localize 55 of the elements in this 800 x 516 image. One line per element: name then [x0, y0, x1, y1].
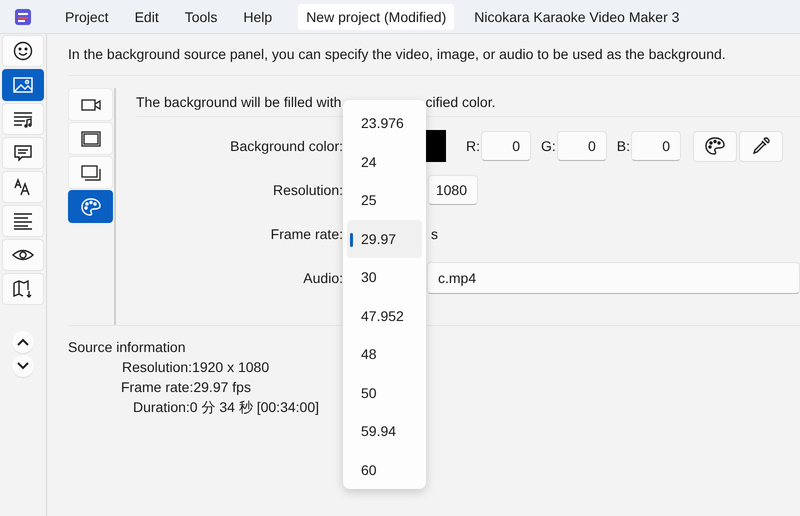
input-field[interactable]: 0 [556, 131, 607, 161]
dropdown-option[interactable]: 59.94 [347, 412, 422, 450]
dropdown-option[interactable]: 47.952 [347, 296, 422, 335]
dropdown-option[interactable]: 25 [347, 181, 422, 220]
dropdown-option[interactable]: 48 [347, 335, 422, 374]
field-label: Audio: [302, 270, 343, 286]
dropdown-option[interactable]: 30 [347, 258, 422, 296]
frame-icon [80, 130, 102, 148]
dropdown-option[interactable]: 50 [347, 374, 422, 412]
source-description: cified color. [425, 94, 496, 110]
section-title: Source information [68, 339, 186, 355]
input-field[interactable]: 0 [481, 131, 531, 161]
audio-file-field[interactable]: c.mp4 [427, 262, 800, 294]
unit-label: s [431, 226, 438, 242]
speech-bubble-icon [12, 143, 34, 163]
source-description: The background will be filled with [136, 94, 342, 110]
info-line: Duration:0 分 34 秒 [00:34:00] [133, 399, 319, 415]
dropdown-option[interactable]: 23.976 [347, 104, 422, 142]
chevron-up-icon [17, 338, 29, 346]
menu-item[interactable]: Help [230, 4, 286, 28]
smiley-icon [12, 41, 34, 61]
field-label: R: [466, 138, 480, 154]
input-field[interactable]: 0 [631, 131, 682, 161]
field-label: B: [616, 138, 630, 154]
app-title: Nicokara Karaoke Video Maker 3 [474, 8, 680, 24]
dropdown-option[interactable]: 24 [347, 142, 422, 181]
image-icon [12, 75, 34, 95]
menu-item[interactable]: Project [52, 4, 122, 28]
info-line: Resolution:1920 x 1080 [122, 359, 270, 375]
scroll-up-button[interactable] [12, 331, 34, 353]
menu-item[interactable]: Edit [122, 4, 172, 28]
eyedropper-icon [751, 136, 772, 156]
chevron-down-icon [17, 362, 29, 370]
palette-button[interactable] [693, 130, 738, 162]
menu-item[interactable]: Tools [172, 4, 230, 28]
dropdown-option[interactable]: 29.97 [347, 220, 422, 258]
text-align-icon [12, 211, 34, 231]
document-title: New project (Modified) [298, 4, 454, 30]
field-label: Background color: [229, 138, 343, 154]
info-line: Frame rate:29.97 fps [121, 379, 251, 395]
palette-icon [80, 198, 102, 216]
scroll-down-button[interactable] [12, 355, 34, 377]
dropdown-option[interactable]: 60 [347, 450, 422, 489]
app-logo-icon [15, 8, 31, 24]
input-field[interactable]: 1080 [428, 175, 478, 205]
source-tab[interactable] [68, 190, 113, 223]
eyedropper-button[interactable] [739, 130, 784, 162]
palette-icon [704, 136, 726, 156]
map-download-icon [12, 279, 34, 299]
sidebar-button[interactable] [2, 69, 44, 101]
field-label: G: [541, 138, 556, 154]
stacked-frames-icon [80, 164, 102, 182]
panel-description: In the background source panel, you can specify the video, image, or audio to be used as the background. [68, 34, 800, 76]
field-label: Frame rate: [270, 226, 343, 242]
field-label: Resolution: [272, 182, 343, 198]
